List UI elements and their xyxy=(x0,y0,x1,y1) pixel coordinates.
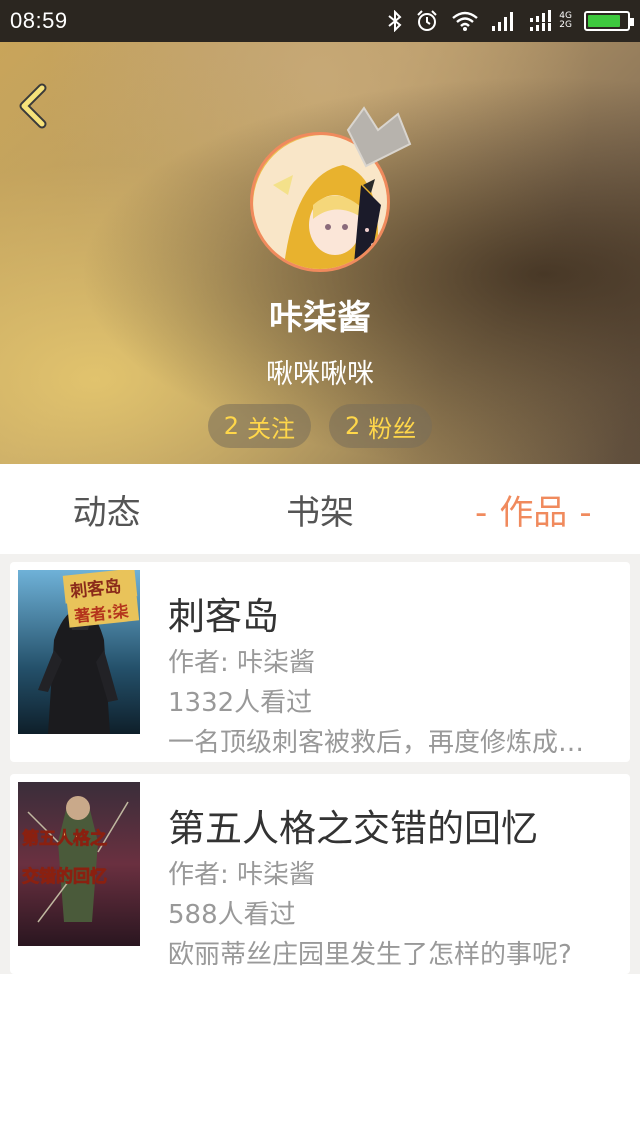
stats-row: 2 关注 2 粉丝 xyxy=(0,404,640,448)
following-button[interactable]: 2 关注 xyxy=(207,404,311,448)
followers-label: 粉丝 xyxy=(368,414,417,443)
username: 咔柒酱 xyxy=(269,298,371,338)
book-title: 刺客岛 xyxy=(168,595,279,638)
profile-tabs: 动态 书架 - 作品 - xyxy=(0,464,640,554)
back-button[interactable] xyxy=(14,82,54,130)
back-chevron-icon xyxy=(19,83,47,129)
book-title: 第五人格之交错的回忆 xyxy=(168,807,538,850)
wifi-icon xyxy=(451,10,479,32)
list-item[interactable]: 第五人格之 交错的回忆 第五人格之交错的回忆 作者: 咔柒酱 588人看过 欧丽… xyxy=(10,774,630,974)
tab-works[interactable]: - 作品 - xyxy=(427,485,640,534)
status-time: 08:59 xyxy=(10,8,68,33)
alarm-icon xyxy=(415,9,439,33)
following-count: 2 xyxy=(223,412,239,440)
crown-icon xyxy=(346,106,412,168)
profile-header: 咔柒酱 啾咪啾咪 2 关注 2 粉丝 xyxy=(0,42,640,464)
book-author: 作者: 咔柒酱 xyxy=(168,860,316,890)
signature: 啾咪啾咪 xyxy=(266,359,374,390)
battery-icon xyxy=(584,11,634,31)
status-icons: 4G 2G xyxy=(387,9,634,33)
book-description: 欧丽蒂丝庄园里发生了怎样的事呢? xyxy=(168,940,572,970)
followers-button[interactable]: 2 粉丝 xyxy=(329,404,433,448)
bluetooth-icon xyxy=(387,10,403,32)
book-author: 作者: 咔柒酱 xyxy=(168,648,316,678)
book-description: 一名顶级刺客被救后，再度修炼成为更强的刺客的故事 xyxy=(168,728,608,758)
book-cover: 第五人格之 交错的回忆 xyxy=(18,782,140,946)
tab-activity[interactable]: 动态 xyxy=(0,485,213,534)
followers-count: 2 xyxy=(345,412,361,440)
following-label: 关注 xyxy=(247,414,295,443)
book-cover-image: 第五人格之 交错的回忆 xyxy=(18,782,140,946)
tab-active-dash-left: - xyxy=(475,492,488,533)
book-cover-image: 刺客岛 著者:柒 xyxy=(18,570,140,734)
status-bar: 08:59 4G 2G xyxy=(0,0,640,42)
signal-icon xyxy=(491,10,517,32)
tab-bookshelf[interactable]: 书架 xyxy=(213,485,426,534)
tab-label: 动态 xyxy=(72,492,141,533)
list-item[interactable]: 刺客岛 著者:柒 刺客岛 作者: 咔柒酱 1332人看过 一名顶级刺客被救后，再… xyxy=(10,562,630,762)
cover-title-line2: 交错的回忆 xyxy=(22,866,107,887)
network-type-label: 4G 2G xyxy=(559,12,572,30)
tab-label: 书架 xyxy=(285,492,354,533)
book-cover: 刺客岛 著者:柒 xyxy=(18,570,140,734)
book-views: 588人看过 xyxy=(168,900,296,930)
book-views: 1332人看过 xyxy=(168,688,313,718)
battery-fill xyxy=(588,15,621,27)
signal-icon xyxy=(529,10,555,32)
network-type-bottom: 2G xyxy=(559,20,572,30)
tab-label: 作品 xyxy=(499,492,568,533)
tab-active-dash-right: - xyxy=(579,492,592,533)
cover-title-line1: 第五人格之 xyxy=(22,828,107,849)
